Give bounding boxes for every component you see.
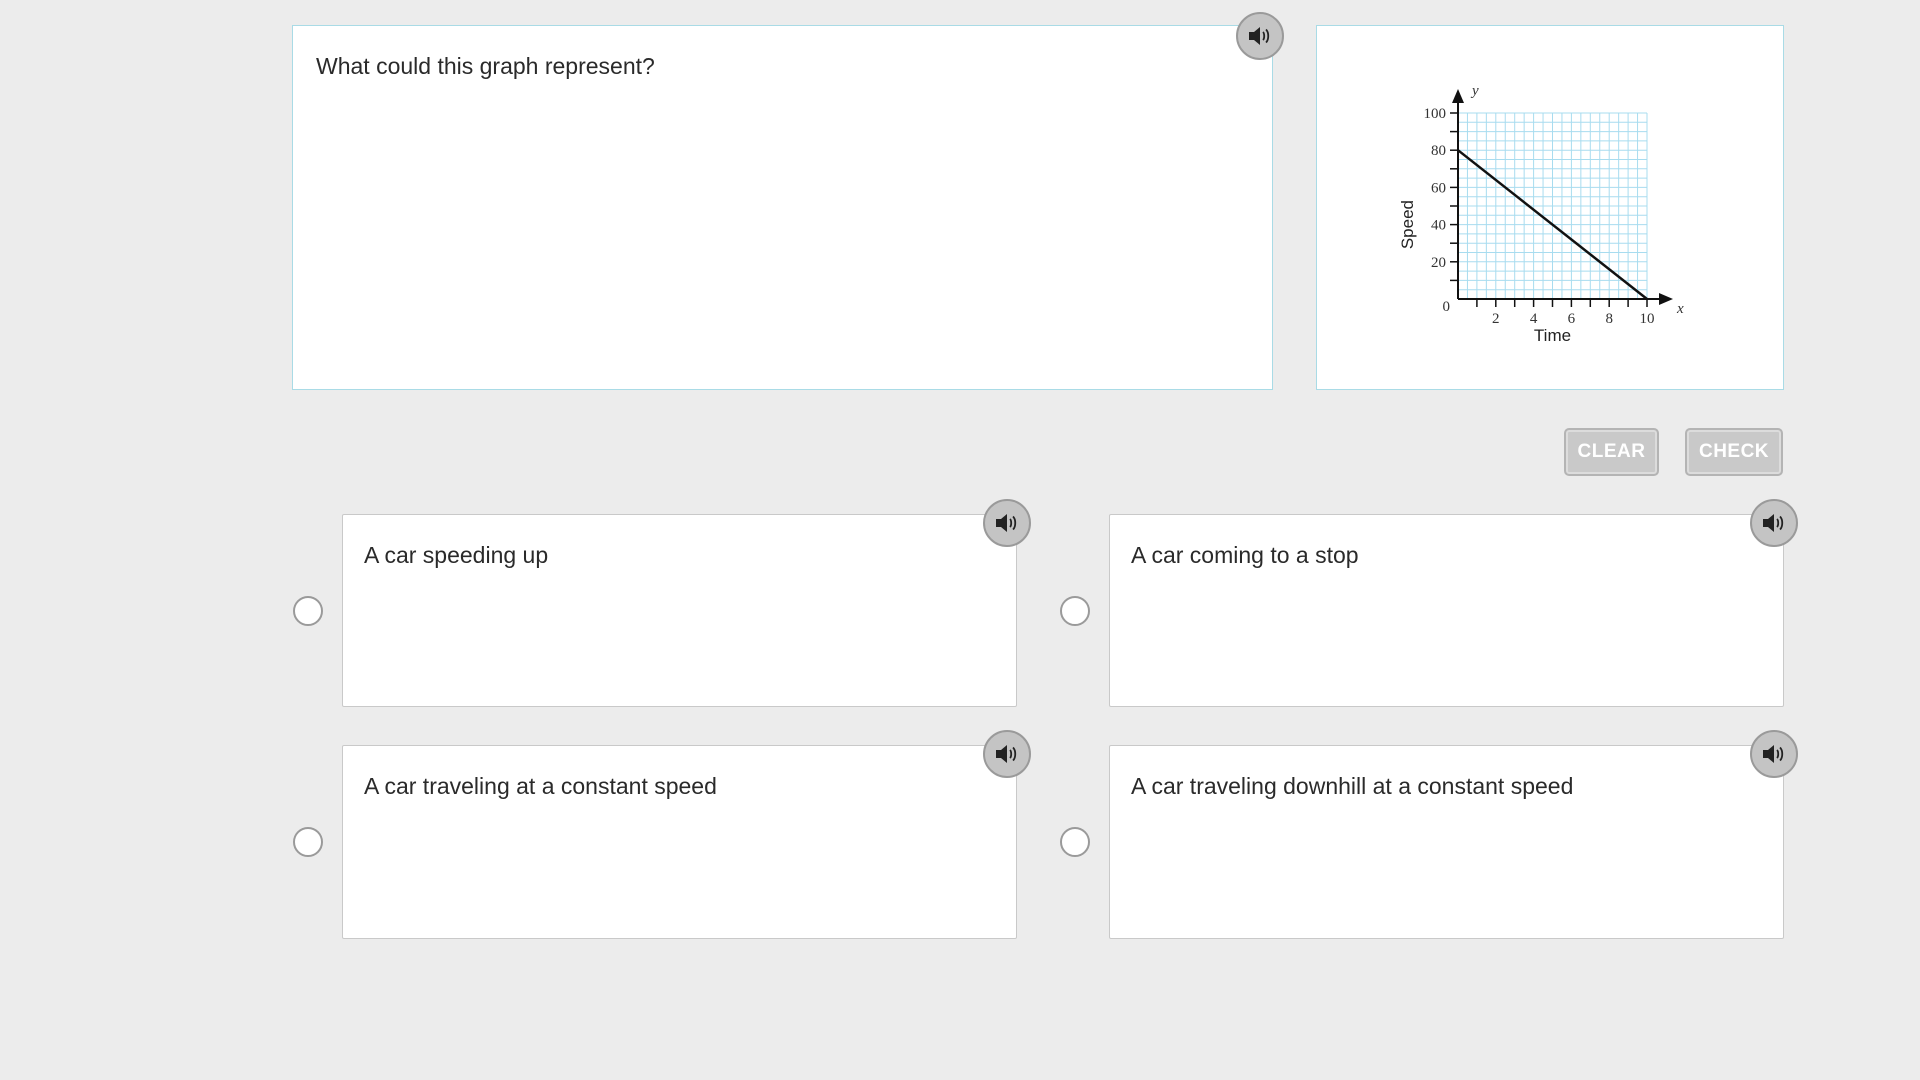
y-axis-arrow (1452, 89, 1464, 103)
speaker-icon (1763, 514, 1784, 532)
choice-radio-4[interactable] (1060, 827, 1090, 857)
origin-label: 0 (1443, 299, 1451, 315)
x-axis-arrow (1659, 293, 1673, 305)
choice-audio-button-2[interactable] (1750, 499, 1798, 547)
choice-card-4[interactable]: A car traveling downhill at a constant s… (1109, 745, 1784, 939)
question-panel: What could this graph represent? (292, 25, 1273, 390)
question-text: What could this graph represent? (316, 53, 655, 79)
choice-text-3: A car traveling at a constant speed (364, 773, 717, 799)
x-tick-label: 4 (1530, 311, 1538, 327)
x-tick-label: 8 (1605, 311, 1613, 327)
choice-text-2: A car coming to a stop (1131, 542, 1359, 568)
choice-radio-2[interactable] (1060, 596, 1090, 626)
y-tick-label: 80 (1431, 143, 1446, 159)
speaker-icon (1249, 27, 1270, 45)
choice-card-1[interactable]: A car speeding up (342, 514, 1017, 707)
choice-text-4: A car traveling downhill at a constant s… (1131, 773, 1574, 799)
x-axis-letter: x (1676, 301, 1684, 317)
speaker-icon (996, 514, 1017, 532)
choice-audio-button-3[interactable] (983, 730, 1031, 778)
x-tick-label: 10 (1640, 311, 1655, 327)
y-axis-title: Speed (1398, 200, 1417, 249)
speaker-icon (1763, 745, 1784, 763)
check-button[interactable]: CHECK (1685, 428, 1783, 476)
speaker-icon (996, 745, 1017, 763)
choice-card-2[interactable]: A car coming to a stop (1109, 514, 1784, 707)
choice-card-3[interactable]: A car traveling at a constant speed (342, 745, 1017, 939)
choice-radio-1[interactable] (293, 596, 323, 626)
x-tick-label: 6 (1568, 311, 1576, 327)
question-audio-button[interactable] (1236, 12, 1284, 60)
x-tick-label: 2 (1492, 311, 1500, 327)
choice-text-1: A car speeding up (364, 542, 549, 568)
speed-time-chart: 2 4 6 8 10 100 80 60 40 20 0 x y Time Speed (1398, 83, 1684, 345)
choice-audio-button-4[interactable] (1750, 730, 1798, 778)
y-tick-label: 40 (1431, 218, 1446, 234)
x-axis-title: Time (1534, 326, 1571, 345)
y-axis-letter: y (1470, 83, 1479, 99)
y-tick-label: 100 (1424, 106, 1447, 122)
y-tick-label: 60 (1431, 180, 1446, 196)
y-tick-label: 20 (1431, 255, 1446, 271)
choice-radio-3[interactable] (293, 827, 323, 857)
clear-button[interactable]: CLEAR (1564, 428, 1659, 476)
choice-audio-button-1[interactable] (983, 499, 1031, 547)
graph-panel: 2 4 6 8 10 100 80 60 40 20 0 x y Time Speed (1316, 25, 1784, 390)
